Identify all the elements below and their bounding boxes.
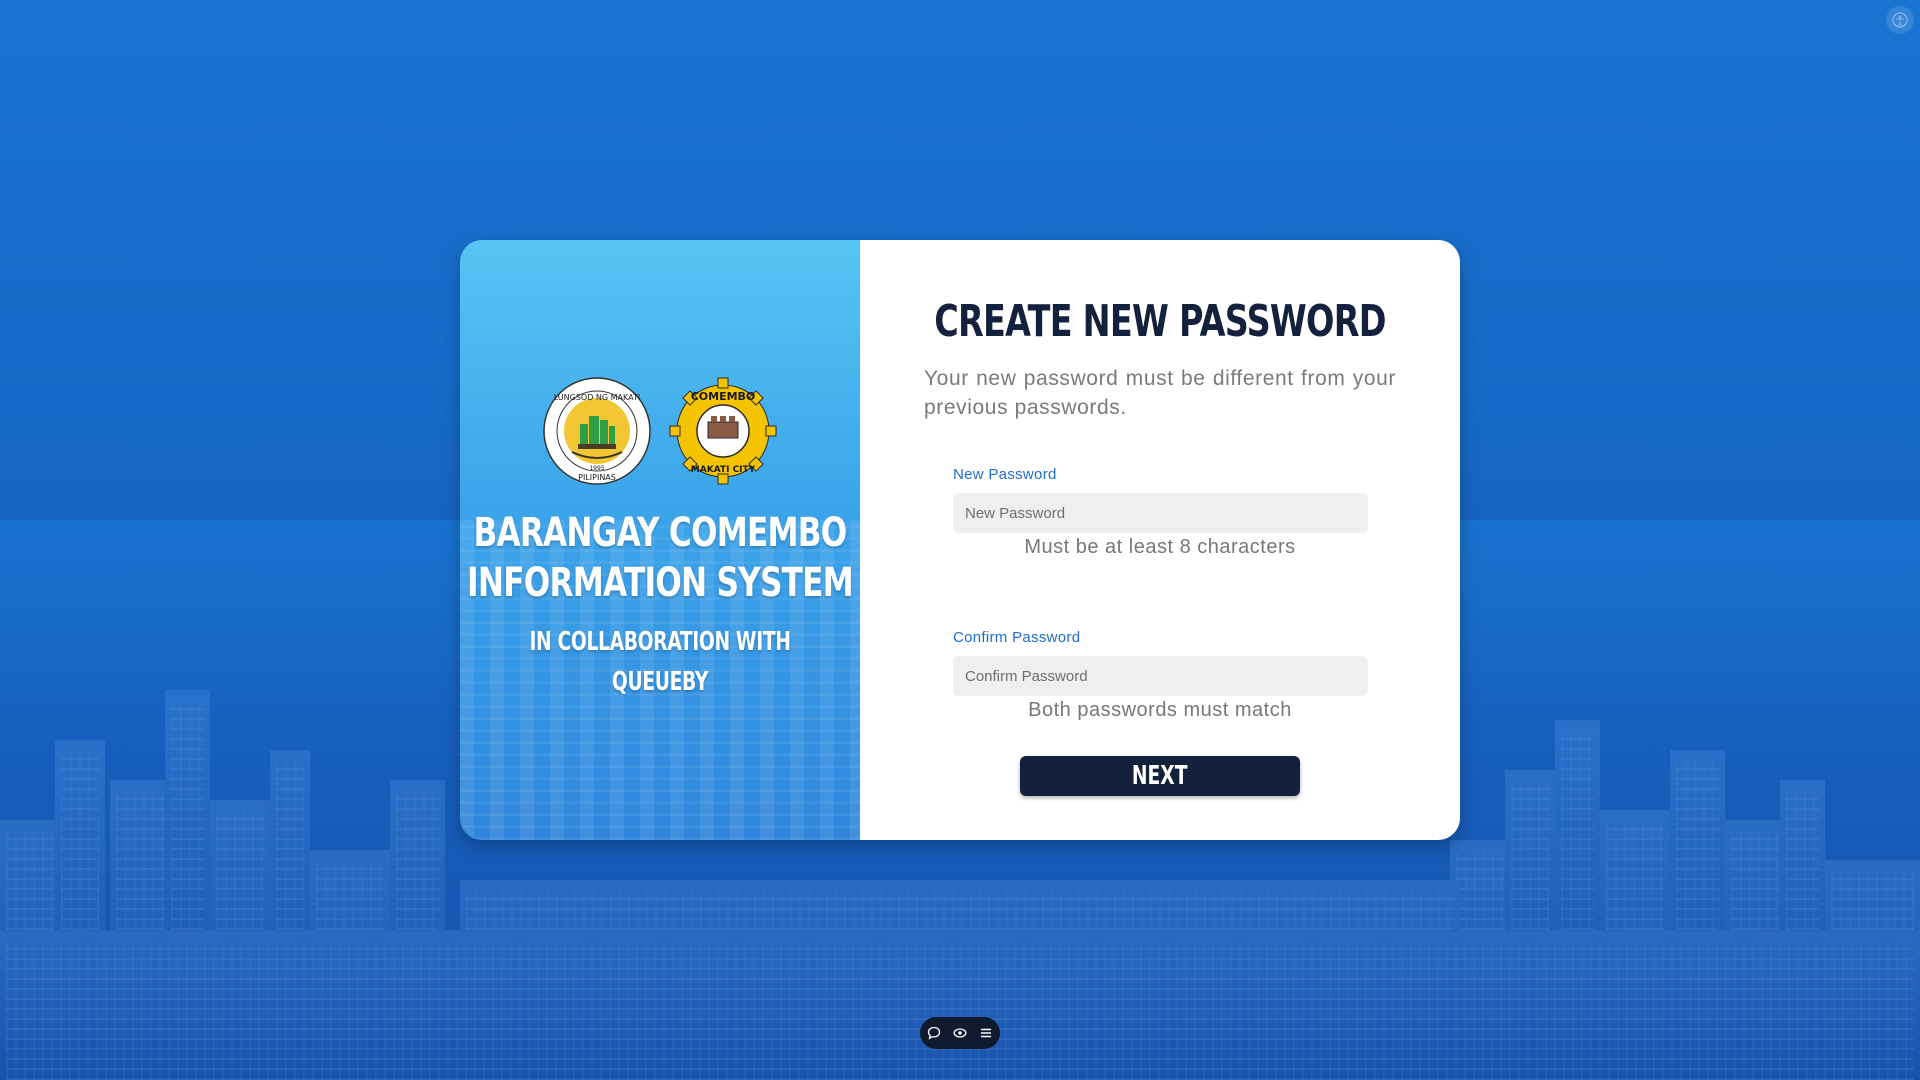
page-title: CREATE NEW PASSWORD bbox=[934, 296, 1386, 347]
system-title-line-2: INFORMATION SYSTEM bbox=[467, 560, 854, 606]
subtitle-line-2: QUEUEBY bbox=[611, 667, 709, 697]
system-title: BARANGAY COMEMBO INFORMATION SYSTEM bbox=[465, 508, 855, 608]
svg-text:LUNGSOD NG MAKATI: LUNGSOD NG MAKATI bbox=[554, 393, 640, 402]
subtitle-line-1: IN COLLABORATION WITH bbox=[529, 627, 791, 657]
comembo-seal-icon: COMEMBO MAKATI CITY bbox=[669, 377, 777, 485]
svg-text:COMEMBO: COMEMBO bbox=[691, 390, 756, 403]
password-reset-card: LUNGSOD NG MAKATI 1995 PILIPINAS COMEMBO… bbox=[460, 240, 1460, 840]
password-form-panel: CREATE NEW PASSWORD Your new password mu… bbox=[860, 240, 1460, 840]
next-button-label: NEXT bbox=[1132, 761, 1188, 791]
new-password-hint: Must be at least 8 characters bbox=[1024, 536, 1296, 558]
svg-text:MAKATI CITY: MAKATI CITY bbox=[691, 465, 756, 475]
chat-icon[interactable] bbox=[925, 1024, 943, 1042]
eye-icon[interactable] bbox=[951, 1024, 969, 1042]
accessibility-icon[interactable] bbox=[1886, 6, 1914, 34]
svg-text:PILIPINAS: PILIPINAS bbox=[578, 473, 616, 482]
confirm-password-input[interactable] bbox=[953, 656, 1368, 696]
makati-seal-icon: LUNGSOD NG MAKATI 1995 PILIPINAS bbox=[543, 377, 651, 485]
new-password-input[interactable] bbox=[953, 493, 1368, 533]
collaboration-subtitle: IN COLLABORATION WITH QUEUEBY bbox=[509, 622, 811, 702]
system-title-line-1: BARANGAY COMEMBO bbox=[473, 510, 847, 556]
new-password-label: New Password bbox=[953, 466, 1057, 483]
logo-group: LUNGSOD NG MAKATI 1995 PILIPINAS COMEMBO… bbox=[542, 376, 778, 486]
confirm-password-label: Confirm Password bbox=[953, 629, 1081, 646]
confirm-password-hint: Both passwords must match bbox=[1028, 699, 1292, 721]
floating-toolbar bbox=[920, 1017, 1000, 1049]
form-description: Your new password must be different from… bbox=[924, 367, 1396, 419]
svg-text:1995: 1995 bbox=[589, 465, 604, 472]
next-button[interactable]: NEXT bbox=[1020, 756, 1300, 796]
branding-panel: LUNGSOD NG MAKATI 1995 PILIPINAS COMEMBO… bbox=[460, 240, 860, 840]
menu-icon[interactable] bbox=[977, 1024, 995, 1042]
